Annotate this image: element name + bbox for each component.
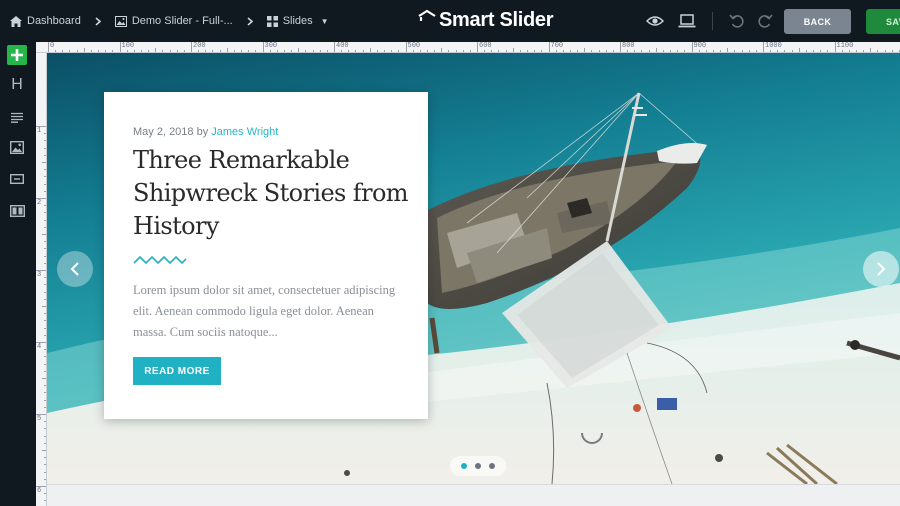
device-laptop-icon[interactable]	[678, 14, 696, 28]
breadcrumb: Dashboard Demo Slider - Full-... Slides …	[10, 0, 329, 42]
ruler-tick-label: 1000	[765, 42, 782, 50]
header-tools	[646, 0, 773, 42]
chevron-right-icon	[95, 16, 101, 26]
slide-bullet-1[interactable]	[461, 463, 467, 469]
button-layer-button[interactable]	[7, 169, 27, 189]
ruler-tick-label: 400	[336, 42, 349, 50]
ruler-tick	[477, 42, 478, 52]
ruler-tick	[36, 486, 46, 487]
smart-slider-logo-icon	[418, 9, 436, 21]
button-icon	[10, 174, 24, 184]
post-author-link[interactable]: James Wright	[211, 126, 278, 138]
ruler-tick-label: 100	[121, 42, 135, 50]
ruler-tick	[763, 42, 764, 52]
ruler-tick	[119, 42, 121, 52]
slide-heading[interactable]: Three Remarkable Shipwreck Stories from …	[133, 144, 413, 243]
ruler-tick	[48, 42, 49, 52]
vertical-ruler: 1 2 3 4 5 6	[36, 53, 47, 506]
columns-layer-button[interactable]	[7, 201, 27, 221]
ruler-tick	[834, 42, 836, 52]
ruler-tick	[691, 42, 693, 52]
ruler-tick-label: 6	[37, 487, 42, 495]
ruler-tick-label: 500	[407, 42, 421, 50]
read-more-button[interactable]: READ MORE	[133, 357, 221, 385]
home-icon	[10, 15, 22, 27]
ruler-tick-label: 600	[479, 42, 492, 50]
ruler-tick	[334, 42, 335, 52]
save-button[interactable]: SAVE	[866, 9, 900, 34]
image-icon	[10, 140, 24, 154]
preview-eye-icon[interactable]	[646, 15, 664, 27]
ruler-tick-label: 300	[264, 42, 278, 50]
breadcrumb-slider[interactable]: Demo Slider - Full-...	[114, 15, 233, 27]
heading-layer-button[interactable]: H	[7, 75, 27, 95]
ruler-tick	[191, 42, 192, 52]
chevron-right-icon	[247, 16, 253, 26]
app-logo-text: Smart Slider	[439, 8, 554, 31]
slide-canvas[interactable]: May 2, 2018 by James Wright Three Remark…	[47, 53, 900, 484]
top-bar: Dashboard Demo Slider - Full-... Slides …	[0, 0, 900, 42]
redo-icon[interactable]	[758, 14, 773, 28]
ruler-tick	[36, 270, 46, 271]
undo-icon[interactable]	[729, 14, 744, 28]
back-button[interactable]: BACK	[784, 9, 851, 34]
ruler-tick	[548, 42, 550, 52]
ruler-tick-label: 0	[50, 42, 55, 50]
wave-divider-icon	[133, 255, 187, 265]
ruler-tick-label: 5	[37, 415, 42, 423]
horizontal-ruler: 0 100 200 300 400 500 600 700 800 900 1000 1100	[36, 42, 900, 53]
ruler-tick-label: 1	[37, 127, 42, 135]
ruler-tick	[36, 126, 46, 127]
ruler-tick	[620, 42, 621, 52]
previous-slide-arrow[interactable]	[57, 251, 93, 287]
ruler-tick-label: 700	[550, 42, 564, 50]
slide-bullets	[450, 456, 506, 476]
ruler-tick	[262, 42, 264, 52]
heading-icon: H	[11, 76, 23, 93]
ruler-tick-label: 200	[193, 42, 206, 50]
ruler-tick	[405, 42, 407, 52]
editor-bottom-strip	[47, 484, 900, 506]
chevron-left-icon	[70, 262, 79, 276]
breadcrumb-slider-label: Demo Slider - Full-...	[131, 15, 233, 27]
ruler-tick-label: 3	[37, 271, 42, 279]
next-slide-arrow[interactable]	[863, 251, 899, 287]
slide-content-card[interactable]: May 2, 2018 by James Wright Three Remark…	[104, 92, 428, 419]
add-layer-button[interactable]	[7, 45, 27, 65]
text-layer-button[interactable]	[7, 107, 27, 127]
slide-excerpt[interactable]: Lorem ipsum dolor sit amet, consectetuer…	[133, 280, 403, 343]
ruler-tick-label: 900	[693, 42, 707, 50]
chevron-right-icon	[877, 262, 886, 276]
grid-icon	[266, 15, 278, 27]
breadcrumb-slides-label: Slides	[282, 15, 313, 27]
breadcrumb-dashboard-label: Dashboard	[27, 15, 81, 27]
ruler-tick-label: 1100	[836, 42, 854, 50]
image-layer-button[interactable]	[7, 137, 27, 157]
app-logo: Smart Slider	[418, 8, 554, 32]
ruler-tick-label: 4	[37, 343, 42, 351]
ruler-tick	[36, 198, 46, 199]
image-icon	[114, 15, 127, 27]
slide-bullet-3[interactable]	[489, 463, 495, 469]
ruler-tick-label: 800	[622, 42, 635, 50]
breadcrumb-slides-dropdown[interactable]: Slides ▼	[266, 15, 329, 27]
post-date: May 2, 2018 by	[133, 126, 212, 138]
slide-bullet-2[interactable]	[475, 463, 481, 469]
caret-down-icon: ▼	[320, 16, 329, 26]
post-meta: May 2, 2018 by James Wright	[133, 126, 278, 138]
breadcrumb-dashboard[interactable]: Dashboard	[10, 15, 81, 27]
toolbar-divider	[712, 12, 713, 30]
columns-icon	[9, 205, 25, 217]
ruler-tick	[36, 342, 46, 343]
layer-toolbar: H	[0, 42, 36, 506]
ruler-tick	[36, 414, 46, 415]
text-icon	[11, 112, 23, 123]
ruler-tick-label: 2	[37, 199, 42, 207]
plus-icon	[11, 49, 23, 61]
